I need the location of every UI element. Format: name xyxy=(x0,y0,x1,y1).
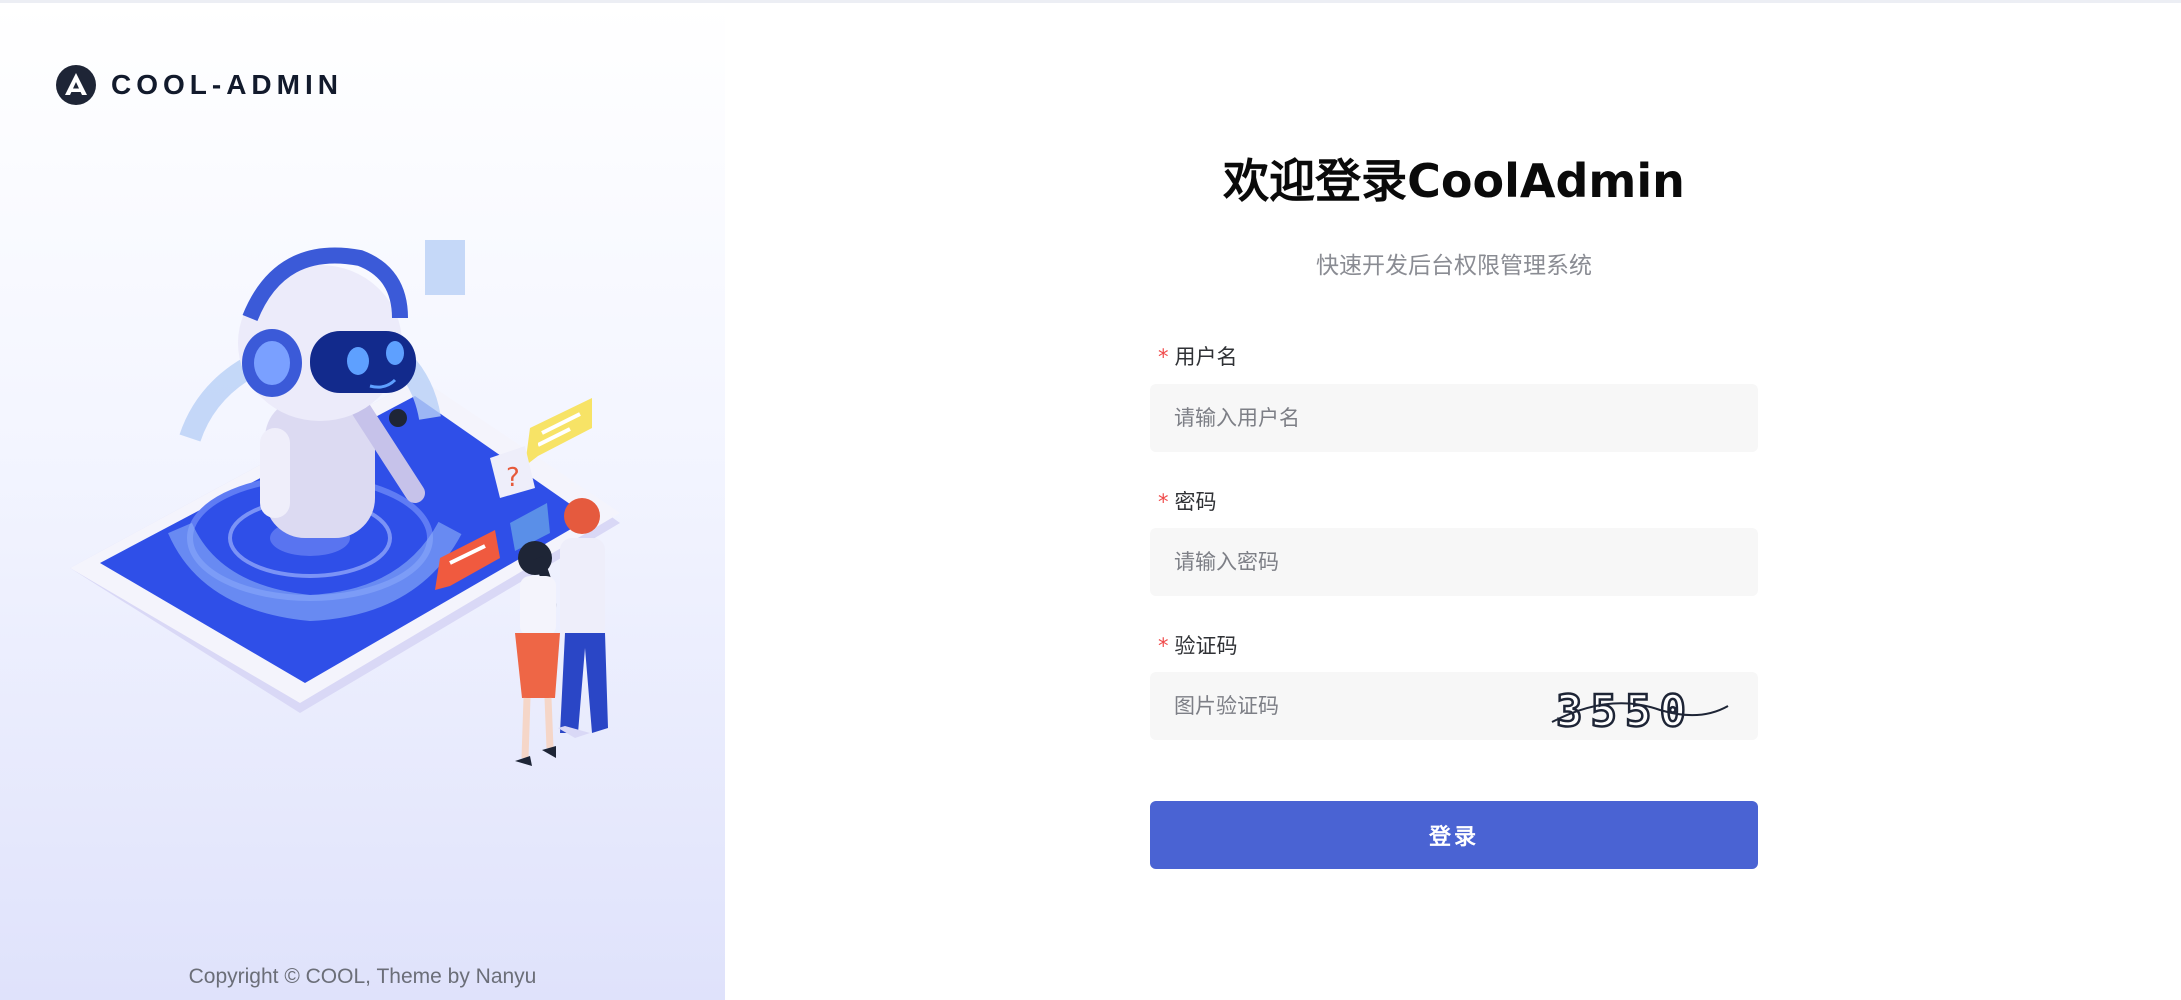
password-input[interactable] xyxy=(1150,528,1758,596)
username-input[interactable] xyxy=(1150,384,1758,452)
svg-text:?: ? xyxy=(506,463,520,493)
robot-illustration: ? xyxy=(70,240,620,766)
required-marker: * xyxy=(1158,345,1169,369)
logo-icon xyxy=(56,65,96,105)
username-field-wrapper xyxy=(1150,384,1758,452)
required-marker: * xyxy=(1158,490,1169,514)
illustration-panel: COOL-ADMIN ? Copyright © COOL, Theme by … xyxy=(0,3,725,1000)
required-marker: * xyxy=(1158,634,1169,658)
password-label: * 密码 xyxy=(1158,490,1217,514)
captcha-field-wrapper: 3550 xyxy=(1150,672,1758,740)
username-label: * 用户名 xyxy=(1158,345,1238,369)
brand-name: COOL-ADMIN xyxy=(111,69,343,100)
password-field-wrapper xyxy=(1150,528,1758,596)
captcha-text: 3550 xyxy=(1556,686,1694,734)
captcha-label: * 验证码 xyxy=(1158,634,1238,658)
brand: COOL-ADMIN xyxy=(56,65,343,105)
page-title: 欢迎登录CoolAdmin xyxy=(1223,154,1685,208)
page-subtitle: 快速开发后台权限管理系统 xyxy=(1316,253,1592,279)
login-button[interactable]: 登录 xyxy=(1150,801,1758,869)
copyright-text: Copyright © COOL, Theme by Nanyu xyxy=(188,965,537,988)
captcha-image[interactable]: 3550 xyxy=(1550,684,1730,734)
